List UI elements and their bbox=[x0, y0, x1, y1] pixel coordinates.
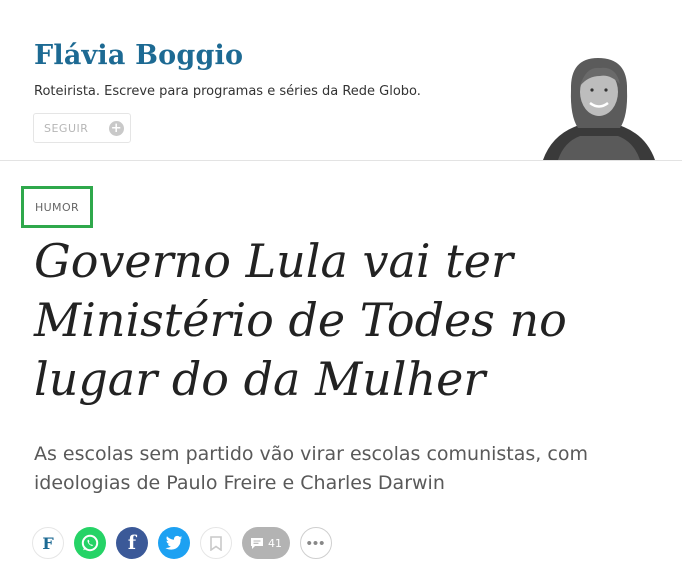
author-bio: Roteirista. Escreve para programas e sér… bbox=[34, 84, 421, 99]
follow-button[interactable]: SEGUIR + bbox=[33, 113, 131, 143]
author-header: Flávia Boggio Roteirista. Escreve para p… bbox=[0, 0, 682, 161]
comment-icon bbox=[251, 537, 263, 549]
comments-count: 41 bbox=[268, 536, 282, 550]
bookmark-icon bbox=[210, 535, 222, 551]
section-tag[interactable]: HUMOR bbox=[21, 186, 93, 228]
follow-label: SEGUIR bbox=[44, 121, 89, 135]
more-options-button[interactable]: ••• bbox=[300, 527, 332, 559]
twitter-icon bbox=[165, 535, 183, 550]
headline: Governo Lula vai ter Ministério de Todes… bbox=[34, 234, 567, 406]
subheadline: As escolas sem partido vão virar escolas… bbox=[34, 443, 588, 494]
comments-button[interactable]: 41 bbox=[242, 527, 290, 559]
folha-icon: F bbox=[42, 533, 54, 553]
plus-icon: + bbox=[109, 121, 124, 136]
folha-share-button[interactable]: F bbox=[32, 527, 64, 559]
facebook-icon: f bbox=[127, 532, 137, 554]
facebook-share-button[interactable]: f bbox=[116, 527, 148, 559]
whatsapp-icon bbox=[81, 534, 99, 552]
save-button[interactable] bbox=[200, 527, 232, 559]
twitter-share-button[interactable] bbox=[158, 527, 190, 559]
whatsapp-share-button[interactable] bbox=[74, 527, 106, 559]
more-icon: ••• bbox=[306, 534, 326, 552]
author-photo bbox=[538, 50, 660, 160]
author-name[interactable]: Flávia Boggio bbox=[34, 40, 243, 71]
